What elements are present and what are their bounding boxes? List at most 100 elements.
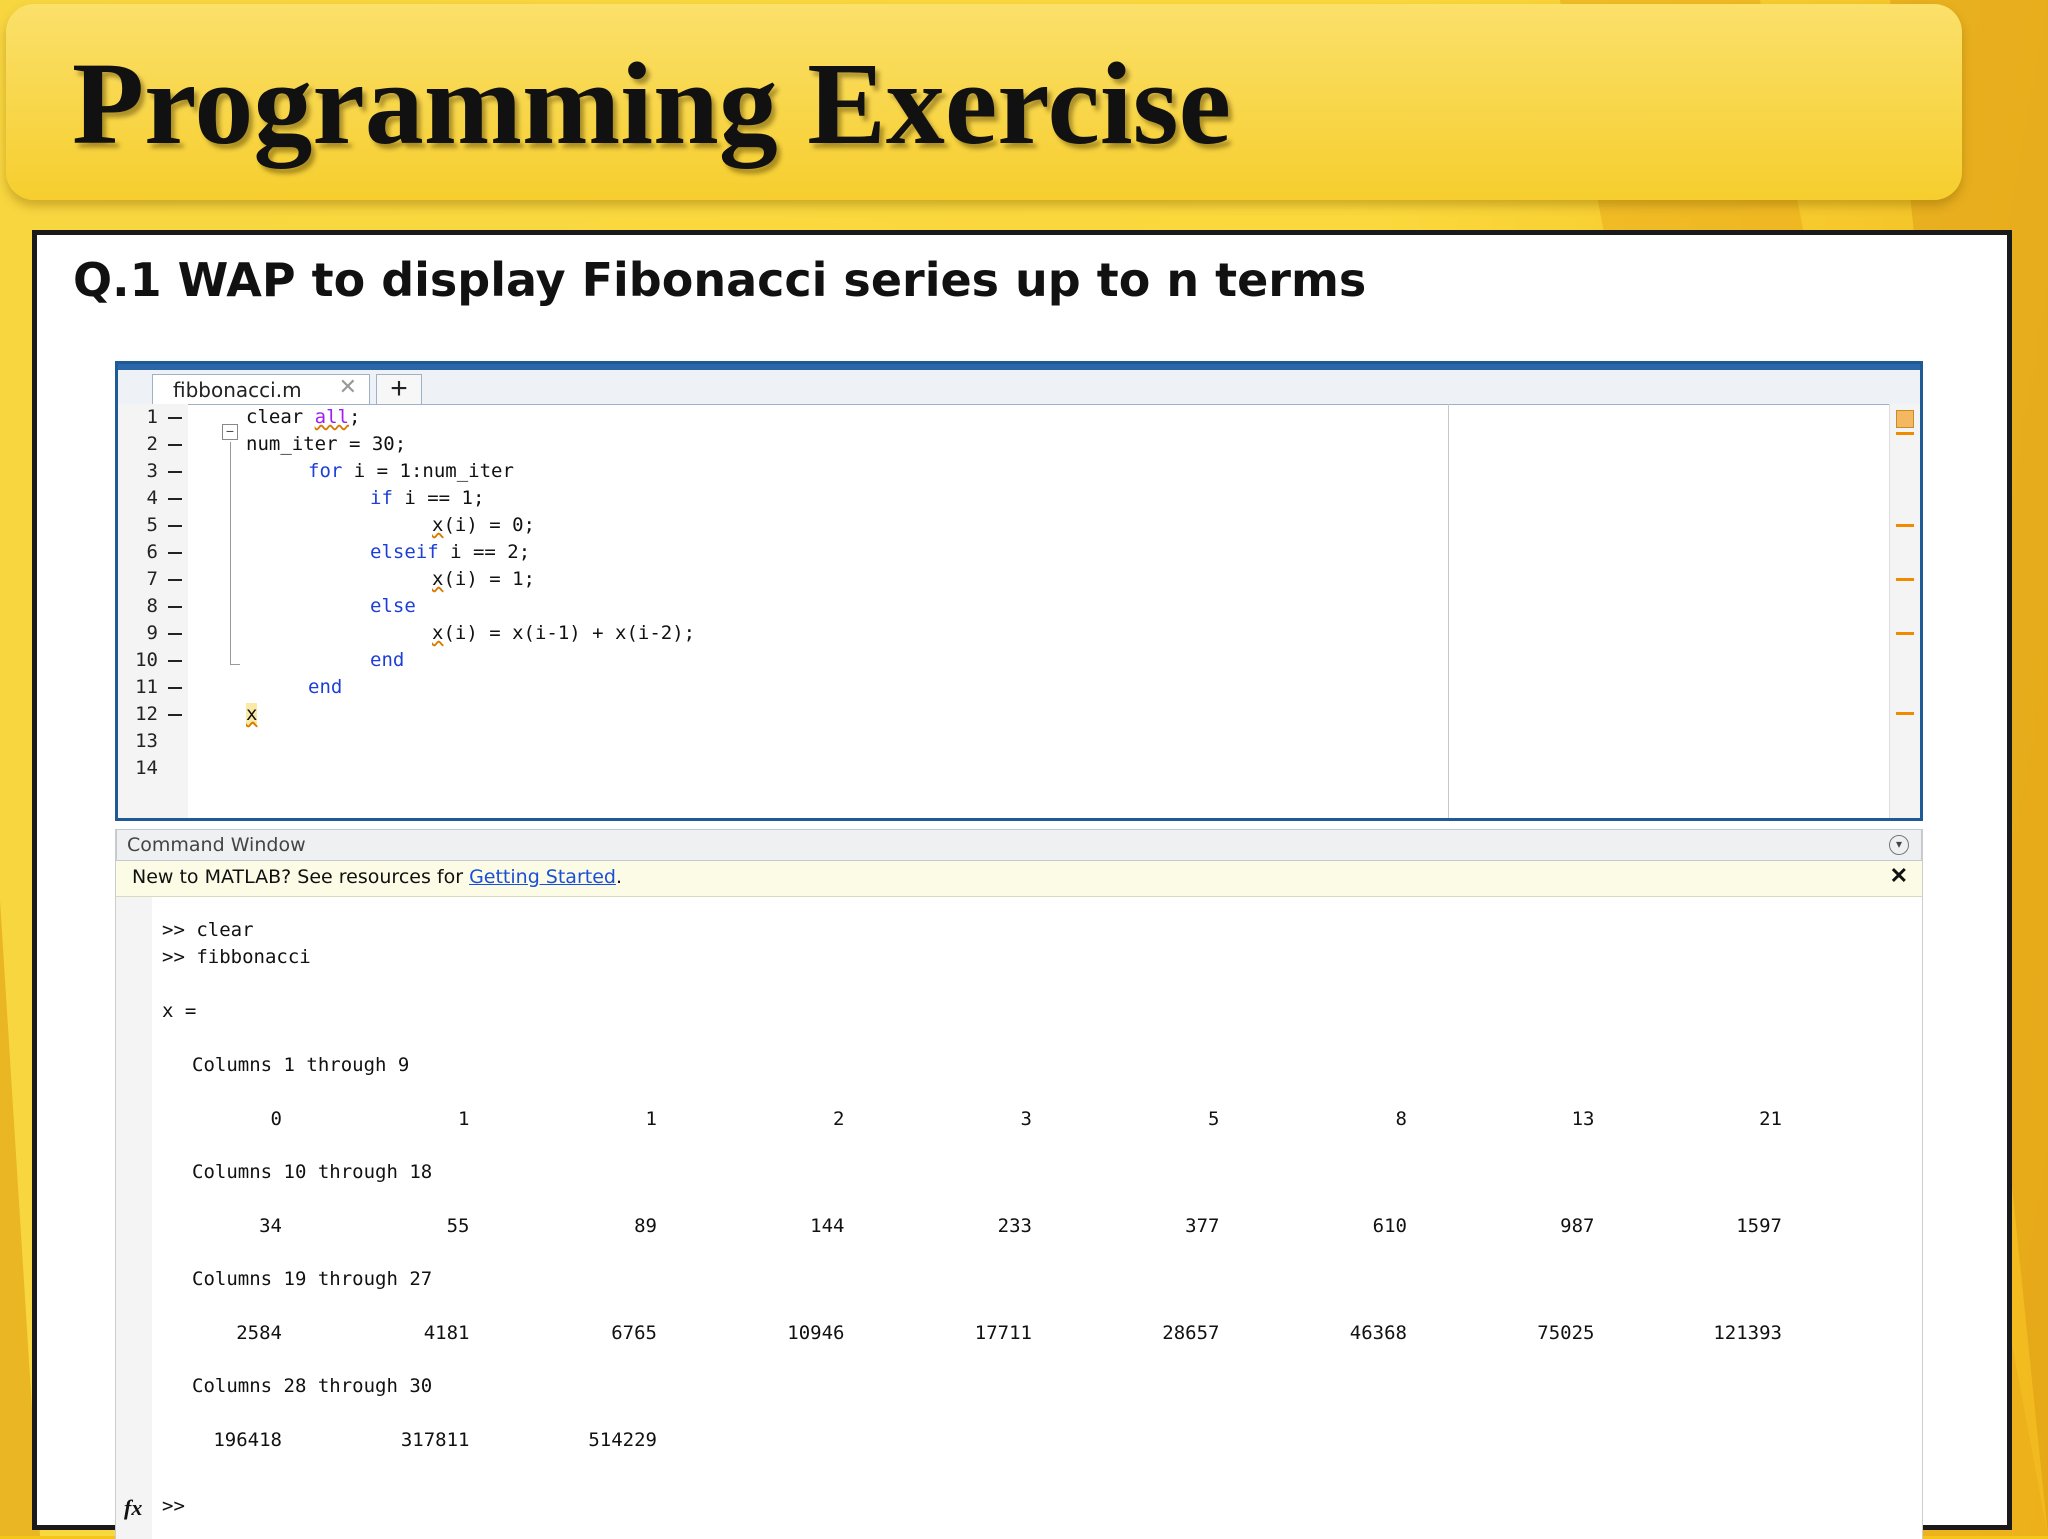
notice-prefix: New to MATLAB? See resources for (132, 866, 470, 888)
tab-fibbonacci[interactable]: fibbonacci.m ✕ (152, 374, 370, 404)
breakpoint-dash[interactable] (168, 579, 182, 581)
chevron-down-icon[interactable]: ▾ (1889, 835, 1909, 855)
output-value: 75025 (1537, 1322, 1595, 1344)
breakpoint-dash[interactable] (168, 525, 182, 527)
code-line-1: clear all; (246, 406, 361, 428)
warning-marker[interactable] (1896, 632, 1914, 635)
columns-header: Columns 19 through 27 (192, 1268, 433, 1290)
output-value: 987 (1560, 1215, 1595, 1237)
output-value: 0 (270, 1108, 282, 1130)
editor-tab-bar: fibbonacci.m ✕ + (118, 370, 1920, 405)
columns-header: Columns 28 through 30 (192, 1375, 433, 1397)
output-value: 55 (446, 1215, 470, 1237)
line-number: 13 (135, 730, 158, 752)
output-value: 377 (1185, 1215, 1220, 1237)
output-value: 121393 (1713, 1322, 1782, 1344)
warning-marker[interactable] (1896, 578, 1914, 581)
breakpoint-dash[interactable] (168, 444, 182, 446)
fx-icon[interactable]: fx (124, 1495, 142, 1521)
output-value: 6765 (611, 1322, 657, 1344)
line-number: 2 (146, 433, 158, 455)
code-line-9: x(i) = x(i-1) + x(i-2); (432, 622, 696, 644)
line-number: 4 (146, 487, 158, 509)
output-value: 21 (1759, 1108, 1782, 1130)
output-value: 317811 (400, 1429, 470, 1451)
output-value: 144 (810, 1215, 845, 1237)
analyzer-strip (1889, 404, 1920, 818)
output-value: 8 (1395, 1108, 1407, 1130)
output-value: 196418 (213, 1429, 282, 1451)
output-value: 1597 (1736, 1215, 1782, 1237)
breakpoint-dash[interactable] (168, 687, 182, 689)
line-number: 9 (146, 622, 158, 644)
breakpoint-dash[interactable] (168, 498, 182, 500)
command-window[interactable]: Command Window ▾ New to MATLAB? See reso… (115, 829, 1923, 1539)
columns-header: Columns 1 through 9 (192, 1054, 410, 1076)
code-line-2: num_iter = 30; (246, 433, 407, 455)
code-line-12: x (246, 703, 258, 725)
content-panel: Q.1 WAP to display Fibonacci series up t… (32, 230, 2012, 1539)
code-line-8: else (370, 595, 416, 617)
close-tab-icon[interactable]: ✕ (339, 375, 357, 400)
fold-guide (230, 442, 231, 664)
output-value: 17711 (974, 1322, 1032, 1344)
output-value: 3 (1020, 1108, 1032, 1130)
output-value: 4181 (423, 1322, 470, 1344)
right-margin-line (1448, 404, 1449, 818)
output-value: 514229 (588, 1429, 657, 1451)
output-value: 1 (645, 1108, 657, 1130)
code-line-5: x(i) = 0; (432, 514, 535, 536)
output-value: 610 (1372, 1215, 1407, 1237)
warning-marker[interactable] (1896, 432, 1914, 435)
slide-title: Programming Exercise (72, 38, 1231, 169)
breakpoint-dash[interactable] (168, 552, 182, 554)
output-value: 5 (1208, 1108, 1220, 1130)
code-line-4: if i == 1; (370, 487, 485, 509)
code-line-11: end (308, 676, 343, 698)
fold-toggle-icon[interactable]: − (222, 424, 238, 440)
question-text: Q.1 WAP to display Fibonacci series up t… (73, 253, 1367, 307)
command-prompt[interactable]: >> (162, 1495, 185, 1517)
tab-label: fibbonacci.m (173, 378, 302, 402)
output-value: 2584 (236, 1322, 282, 1344)
output-value: 28657 (1162, 1322, 1220, 1344)
breakpoint-dash[interactable] (168, 660, 182, 662)
line-number: 12 (135, 703, 158, 725)
breakpoint-dash[interactable] (168, 471, 182, 473)
code-line-6: elseif i == 2; (370, 541, 531, 563)
close-icon[interactable]: ✕ (1890, 863, 1908, 889)
line-number: 6 (146, 541, 158, 563)
breakpoint-dash[interactable] (168, 606, 182, 608)
columns-header: Columns 10 through 18 (192, 1161, 433, 1183)
fold-guide-end (230, 664, 240, 665)
output-value: 1 (458, 1108, 470, 1130)
line-number: 8 (146, 595, 158, 617)
command-window-header: Command Window ▾ (116, 829, 1922, 861)
code-editor: fibbonacci.m ✕ + − 1 2 3 4 5 6 7 8 9 10 … (115, 361, 1923, 821)
code-line-7: x(i) = 1; (432, 568, 535, 590)
new-tab-button[interactable]: + (376, 374, 422, 404)
line-number: 5 (146, 514, 158, 536)
getting-started-notice: New to MATLAB? See resources for Getting… (116, 861, 1922, 897)
warning-marker[interactable] (1896, 524, 1914, 527)
code-line-3: for i = 1:num_iter (308, 460, 514, 482)
output-value: 89 (634, 1215, 657, 1237)
line-number: 3 (146, 460, 158, 482)
line-number: 14 (135, 757, 158, 779)
notice-suffix: . (615, 866, 623, 888)
output-value: 10946 (787, 1322, 845, 1344)
breakpoint-dash[interactable] (168, 417, 182, 419)
prompt-line: >> clear (162, 919, 254, 941)
breakpoint-dash[interactable] (168, 633, 182, 635)
prompt-line: >> fibbonacci (162, 946, 311, 968)
output-value: 233 (997, 1215, 1032, 1237)
variable-label: x = (162, 1000, 197, 1022)
line-number: 10 (135, 649, 158, 671)
output-value: 13 (1571, 1108, 1595, 1130)
warning-indicator-icon[interactable] (1896, 410, 1914, 428)
getting-started-link[interactable]: Getting Started (469, 866, 616, 888)
warning-marker[interactable] (1896, 712, 1914, 715)
breakpoint-dash[interactable] (168, 714, 182, 716)
line-number: 7 (146, 568, 158, 590)
output-value: 2 (833, 1108, 845, 1130)
